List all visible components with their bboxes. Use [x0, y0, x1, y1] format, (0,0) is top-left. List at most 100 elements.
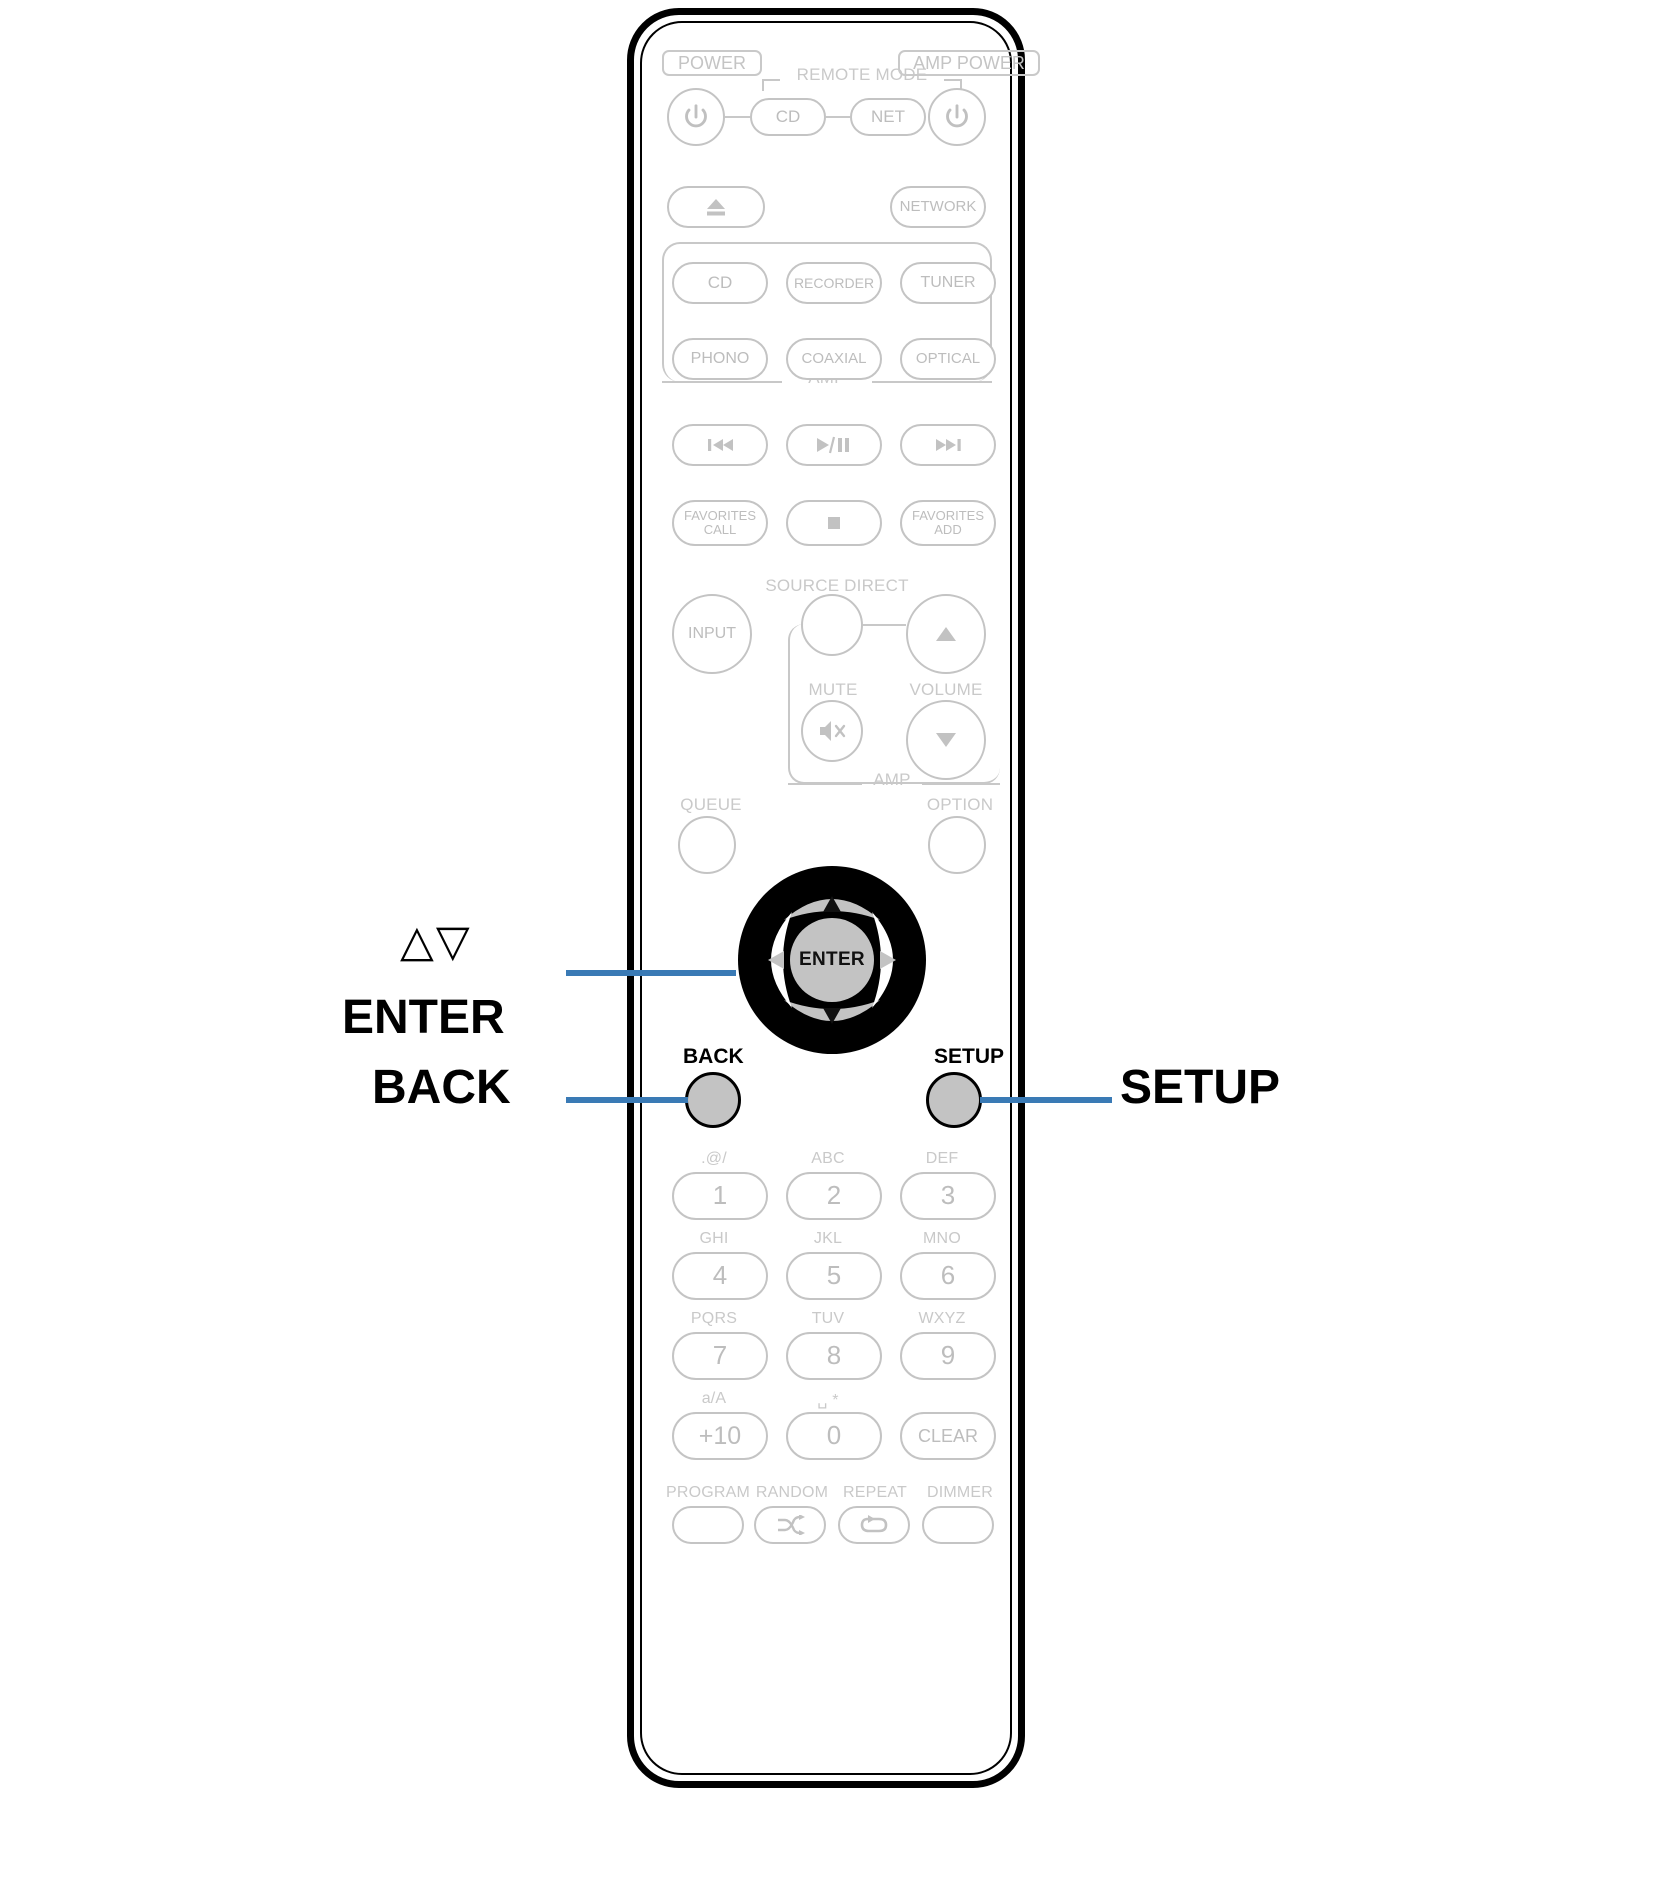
- program-button[interactable]: [672, 1506, 744, 1544]
- key-8-sub-label: TUV: [811, 1310, 845, 1327]
- source-cd-button[interactable]: CD: [672, 262, 768, 304]
- cd-net-connector: [826, 116, 850, 118]
- key-4-sub-label: GHI: [699, 1230, 729, 1247]
- key-0[interactable]: 0: [786, 1412, 882, 1460]
- callout-updown-leader: [566, 970, 736, 976]
- key-6[interactable]: 6: [900, 1252, 996, 1300]
- source-direct-label: SOURCE DIRECT: [765, 576, 909, 595]
- key-7[interactable]: 7: [672, 1332, 768, 1380]
- skip-next-button[interactable]: [900, 424, 996, 466]
- input-button[interactable]: INPUT: [672, 594, 752, 674]
- callout-back-leader: [566, 1097, 688, 1103]
- key-7-sub-label: PQRS: [690, 1310, 738, 1327]
- key-5-sub-label: JKL: [813, 1230, 843, 1247]
- amp-volume-label: AMP: [873, 770, 911, 789]
- key-clear[interactable]: CLEAR: [900, 1412, 996, 1460]
- queue-label: QUEUE: [680, 795, 742, 814]
- stop-button[interactable]: [786, 500, 882, 546]
- power-label: POWER: [662, 50, 762, 76]
- callout-setup-label: SETUP: [1120, 1061, 1281, 1114]
- play-pause-icon: [817, 436, 849, 454]
- amp-power-button[interactable]: [928, 88, 986, 146]
- amp-power-symbol-icon: [946, 104, 968, 128]
- key-2[interactable]: 2: [786, 1172, 882, 1220]
- queue-button[interactable]: [678, 816, 736, 874]
- favorites-add-line1: FAVORITES: [912, 508, 984, 524]
- source-optical-button[interactable]: OPTICAL: [900, 338, 996, 380]
- key-0-sub-label: ␣ *: [817, 1392, 839, 1409]
- skip-next-icon: [936, 439, 961, 451]
- shuffle-icon: [778, 1515, 805, 1535]
- network-button[interactable]: NETWORK: [890, 186, 986, 228]
- random-button[interactable]: [754, 1506, 826, 1544]
- option-button[interactable]: [928, 816, 986, 874]
- nav-right-button[interactable]: [868, 902, 912, 1018]
- volume-down-button[interactable]: [906, 700, 986, 780]
- setup-button[interactable]: [926, 1072, 982, 1128]
- key-2-sub-label: ABC: [811, 1150, 845, 1167]
- key-3-sub-label: DEF: [925, 1150, 959, 1167]
- mute-button[interactable]: [801, 700, 863, 762]
- favorites-add-button[interactable]: FAVORITES ADD: [900, 500, 996, 546]
- stop-icon: [828, 517, 840, 529]
- amp-volume-bracket-left: [788, 783, 862, 785]
- key-4[interactable]: 4: [672, 1252, 768, 1300]
- callout-updown-label: △▽: [400, 917, 472, 966]
- remote-mode-cd-button[interactable]: CD: [750, 98, 826, 136]
- key-9[interactable]: 9: [900, 1332, 996, 1380]
- repeat-icon: [860, 1515, 888, 1533]
- amp-bracket-right-line: [872, 381, 992, 383]
- setup-button-label: SETUP: [934, 1045, 1005, 1068]
- favorites-call-line1: FAVORITES: [684, 508, 756, 524]
- remote-diagram: POWER AMP POWER REMOTE MODE CD NET NETWO…: [0, 0, 1665, 1880]
- key-1-sub-label: .@/: [701, 1150, 727, 1167]
- option-label: OPTION: [926, 795, 994, 814]
- repeat-label: REPEAT: [842, 1484, 908, 1501]
- key-9-sub-label: WXYZ: [918, 1310, 966, 1327]
- source-tuner-button[interactable]: TUNER: [900, 262, 996, 304]
- key-1[interactable]: 1: [672, 1172, 768, 1220]
- repeat-button[interactable]: [838, 1506, 910, 1544]
- key-8[interactable]: 8: [786, 1332, 882, 1380]
- dimmer-label: DIMMER: [926, 1484, 994, 1501]
- volume-up-button[interactable]: [906, 594, 986, 674]
- remote-mode-bracket-left-top: [762, 79, 780, 81]
- favorites-call-button[interactable]: FAVORITES CALL: [672, 500, 768, 546]
- source-coaxial-button[interactable]: COAXIAL: [786, 338, 882, 380]
- navigation-cluster: ENTER: [738, 866, 926, 1054]
- key-plus10-sub-label: a/A: [701, 1390, 727, 1407]
- program-label: PROGRAM: [665, 1484, 751, 1501]
- play-pause-button[interactable]: [786, 424, 882, 466]
- speaker-mute-icon: [820, 721, 846, 741]
- dimmer-button[interactable]: [922, 1506, 994, 1544]
- amp-volume-bracket-right: [922, 783, 1000, 785]
- amp-bracket-left-line: [662, 381, 782, 383]
- remote-mode-bracket-left-stem: [762, 79, 764, 91]
- key-plus10[interactable]: +10: [672, 1412, 768, 1460]
- eject-button[interactable]: [667, 186, 765, 228]
- random-label: RANDOM: [755, 1484, 829, 1501]
- callout-setup-leader: [980, 1097, 1112, 1103]
- volume-label: VOLUME: [909, 680, 983, 699]
- triangle-up-icon: [936, 627, 956, 641]
- source-phono-button[interactable]: PHONO: [672, 338, 768, 380]
- callout-back-label: BACK: [372, 1061, 511, 1114]
- key-5[interactable]: 5: [786, 1252, 882, 1300]
- mute-label: MUTE: [808, 680, 858, 699]
- key-3[interactable]: 3: [900, 1172, 996, 1220]
- skip-previous-icon: [708, 439, 733, 451]
- back-button-label: BACK: [683, 1045, 744, 1068]
- power-cd-connector: [725, 116, 750, 118]
- favorites-add-line2: ADD: [934, 522, 962, 537]
- enter-button[interactable]: ENTER: [790, 918, 874, 1002]
- power-symbol-icon: [685, 104, 707, 128]
- source-recorder-button[interactable]: RECORDER: [786, 262, 882, 304]
- skip-previous-button[interactable]: [672, 424, 768, 466]
- remote-mode-net-button[interactable]: NET: [850, 98, 926, 136]
- favorites-call-line2: CALL: [703, 522, 737, 537]
- triangle-down-icon: [936, 733, 956, 747]
- callout-enter-label: ENTER: [342, 991, 505, 1044]
- power-button[interactable]: [667, 88, 725, 146]
- back-button[interactable]: [685, 1072, 741, 1128]
- eject-icon: [707, 199, 725, 216]
